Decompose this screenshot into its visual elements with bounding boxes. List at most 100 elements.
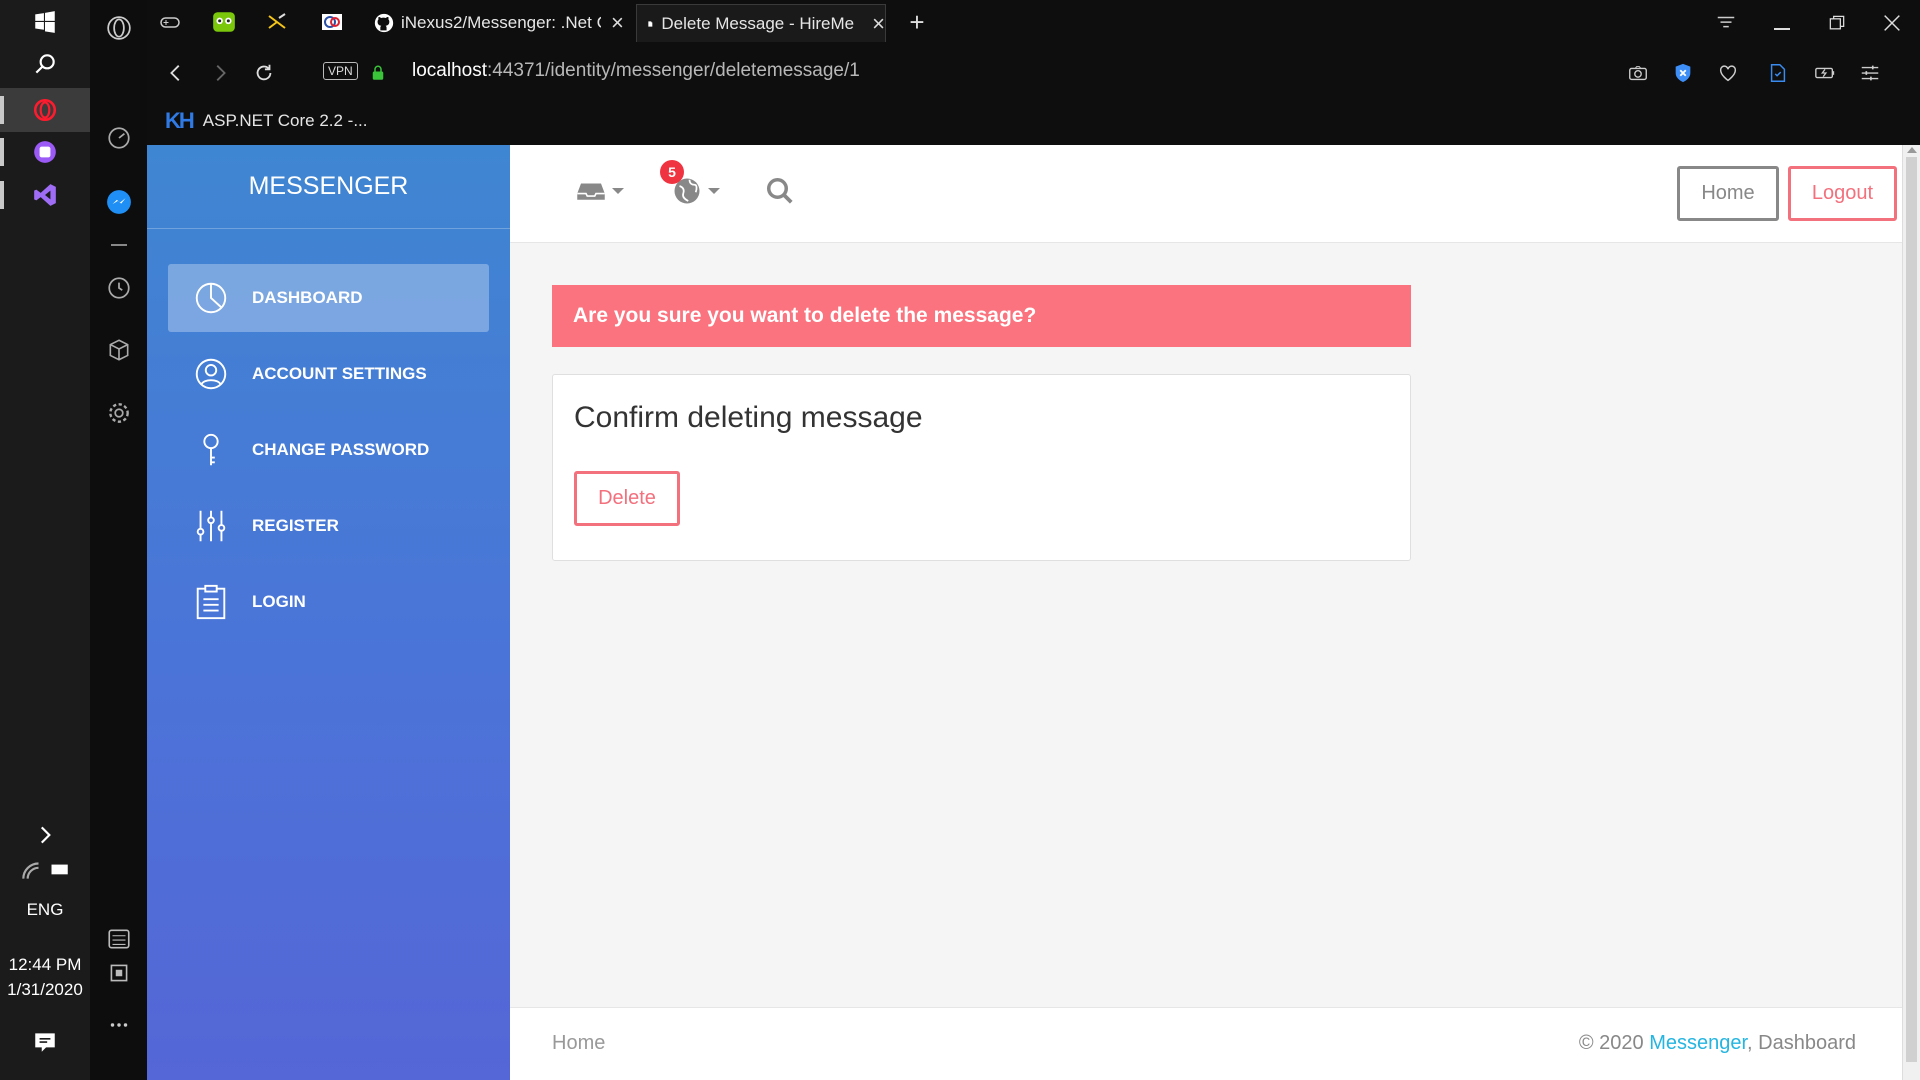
- extension-icon[interactable]: [1763, 58, 1793, 88]
- clock[interactable]: 12:44 PM 1/31/2020: [0, 952, 90, 1002]
- sliders-icon: [196, 510, 226, 542]
- opera-menu-icon[interactable]: [90, 8, 147, 48]
- sidebar-item-label: REGISTER: [252, 516, 339, 535]
- notifications-icon[interactable]: [0, 1022, 90, 1062]
- page-scrollbar[interactable]: [1902, 145, 1920, 1080]
- tab-delete-message[interactable]: Delete Message - HireMe ×: [636, 4, 886, 42]
- gamepad-icon[interactable]: [155, 7, 185, 37]
- main-content: 5 Home Logout Are you sure you want to d…: [510, 145, 1902, 1080]
- inbox-icon: [577, 183, 605, 200]
- sidebar-item-login[interactable]: LOGIN: [168, 568, 489, 636]
- battery-saver-icon[interactable]: [1810, 58, 1840, 88]
- new-tab-icon[interactable]: +: [902, 7, 932, 37]
- tab-app-icon[interactable]: [262, 7, 292, 37]
- brand-title[interactable]: MESSENGER: [147, 145, 510, 229]
- delete-button[interactable]: Delete: [574, 471, 680, 526]
- kh-logo-icon: KH: [165, 108, 195, 133]
- url-host: localhost: [412, 60, 487, 81]
- sidebar-item-label: LOGIN: [252, 592, 306, 611]
- footer-brand-link[interactable]: Messenger: [1649, 1032, 1747, 1054]
- tab-bar: iNexus2/Messenger: .Net C × Delete Messa…: [147, 0, 1920, 44]
- browser-chrome: iNexus2/Messenger: .Net C × Delete Messa…: [147, 0, 1920, 145]
- footer-copyright: © 2020 Messenger, Dashboard: [1579, 1032, 1856, 1055]
- visual-studio-icon[interactable]: [0, 173, 90, 217]
- chevron-down-icon: [612, 188, 624, 194]
- document-icon: [648, 20, 653, 27]
- speed-dial-icon[interactable]: [90, 118, 147, 158]
- settings-gear-icon[interactable]: [90, 393, 147, 433]
- card-title: Confirm deleting message: [574, 401, 923, 434]
- heart-icon[interactable]: [1713, 58, 1743, 88]
- bookmarks-bar: KH ASP.NET Core 2.2 -...: [147, 98, 1920, 144]
- scroll-up-icon[interactable]: [1907, 147, 1917, 153]
- windows-start-icon[interactable]: [0, 0, 90, 44]
- inbox-dropdown[interactable]: [576, 171, 624, 211]
- notification-badge: 5: [660, 160, 684, 184]
- restore-icon[interactable]: [1814, 6, 1860, 40]
- top-navbar: 5 Home Logout: [510, 145, 1902, 243]
- clock-time: 12:44 PM: [8, 955, 82, 974]
- bookmark-aspnet-core[interactable]: KH ASP.NET Core 2.2 -...: [165, 108, 368, 134]
- lock-icon[interactable]: [363, 58, 393, 88]
- app-sidebar: MESSENGER DASHBOARD ACCOUNT SETTINGS CHA…: [147, 145, 510, 1080]
- address-bar: VPN localhost:44371/identity/messenger/d…: [147, 48, 1920, 96]
- forward-icon[interactable]: [205, 58, 235, 88]
- bookmark-label: ASP.NET Core 2.2 -...: [202, 111, 368, 130]
- opera-sidebar: [90, 0, 147, 1080]
- delete-confirmation-alert: Are you sure you want to delete the mess…: [552, 285, 1411, 347]
- tab-github[interactable]: iNexus2/Messenger: .Net C ×: [365, 4, 627, 42]
- reload-icon[interactable]: [249, 58, 279, 88]
- extensions-icon[interactable]: [90, 330, 147, 370]
- chevron-right-icon[interactable]: [0, 815, 90, 855]
- sidebar-item-dashboard[interactable]: DASHBOARD: [168, 264, 489, 332]
- system-tray-icons[interactable]: [0, 852, 90, 888]
- clipboard-icon: [196, 584, 226, 620]
- copyright-prefix: © 2020: [1578, 1032, 1650, 1054]
- chevron-down-icon: [708, 188, 720, 194]
- tab-menu-icon[interactable]: [1703, 6, 1749, 40]
- pie-chart-icon: [195, 282, 227, 314]
- search-icon[interactable]: [0, 42, 90, 86]
- key-icon: [203, 433, 219, 466]
- close-icon[interactable]: ×: [872, 11, 885, 37]
- ad-blocker-icon[interactable]: [1668, 58, 1698, 88]
- messenger-icon[interactable]: [90, 182, 147, 222]
- windows-taskbar: ENG 12:44 PM 1/31/2020: [0, 0, 90, 1080]
- divider: [90, 225, 147, 265]
- language-indicator[interactable]: ENG: [0, 900, 90, 920]
- easy-setup-icon[interactable]: [1855, 58, 1885, 88]
- duolingo-icon[interactable]: [209, 7, 239, 37]
- tab-site-icon[interactable]: [317, 7, 347, 37]
- sidebar-item-account-settings[interactable]: ACCOUNT SETTINGS: [168, 340, 489, 408]
- vpn-badge[interactable]: VPN: [323, 62, 358, 80]
- home-button[interactable]: Home: [1677, 166, 1779, 221]
- footer: Home © 2020 Messenger, Dashboard: [510, 1007, 1902, 1080]
- logout-button[interactable]: Logout: [1788, 166, 1897, 221]
- scrollbar-thumb[interactable]: [1906, 157, 1917, 1062]
- history-icon[interactable]: [90, 268, 147, 308]
- search-icon: [767, 178, 793, 204]
- tab-title: Delete Message - HireMe: [661, 13, 855, 33]
- opera-taskbar-icon[interactable]: [0, 88, 90, 132]
- url-path: :44371/identity/messenger/deletemessage/…: [487, 60, 860, 81]
- user-icon: [195, 358, 227, 390]
- url-field[interactable]: localhost:44371/identity/messenger/delet…: [412, 60, 860, 82]
- search-button[interactable]: [765, 171, 795, 211]
- more-icon[interactable]: [90, 1005, 147, 1045]
- footer-suffix: , Dashboard: [1747, 1032, 1856, 1054]
- github-icon: [374, 13, 394, 33]
- camera-icon[interactable]: [1623, 58, 1653, 88]
- app-taskbar-icon[interactable]: [0, 130, 90, 174]
- back-icon[interactable]: [161, 58, 191, 88]
- window-close-icon[interactable]: [1869, 6, 1915, 40]
- tab-title: iNexus2/Messenger: .Net C: [401, 13, 601, 32]
- sidebar-item-change-password[interactable]: CHANGE PASSWORD: [168, 416, 489, 484]
- sidebar-item-register[interactable]: REGISTER: [168, 492, 489, 560]
- sidebar-item-label: ACCOUNT SETTINGS: [252, 364, 427, 383]
- confirm-delete-card: Confirm deleting message Delete: [552, 374, 1411, 561]
- cpu-icon[interactable]: [90, 952, 147, 994]
- footer-home-link[interactable]: Home: [552, 1032, 605, 1055]
- close-icon[interactable]: ×: [611, 10, 624, 36]
- minimize-icon[interactable]: [1759, 6, 1805, 40]
- clock-date: 1/31/2020: [7, 980, 83, 999]
